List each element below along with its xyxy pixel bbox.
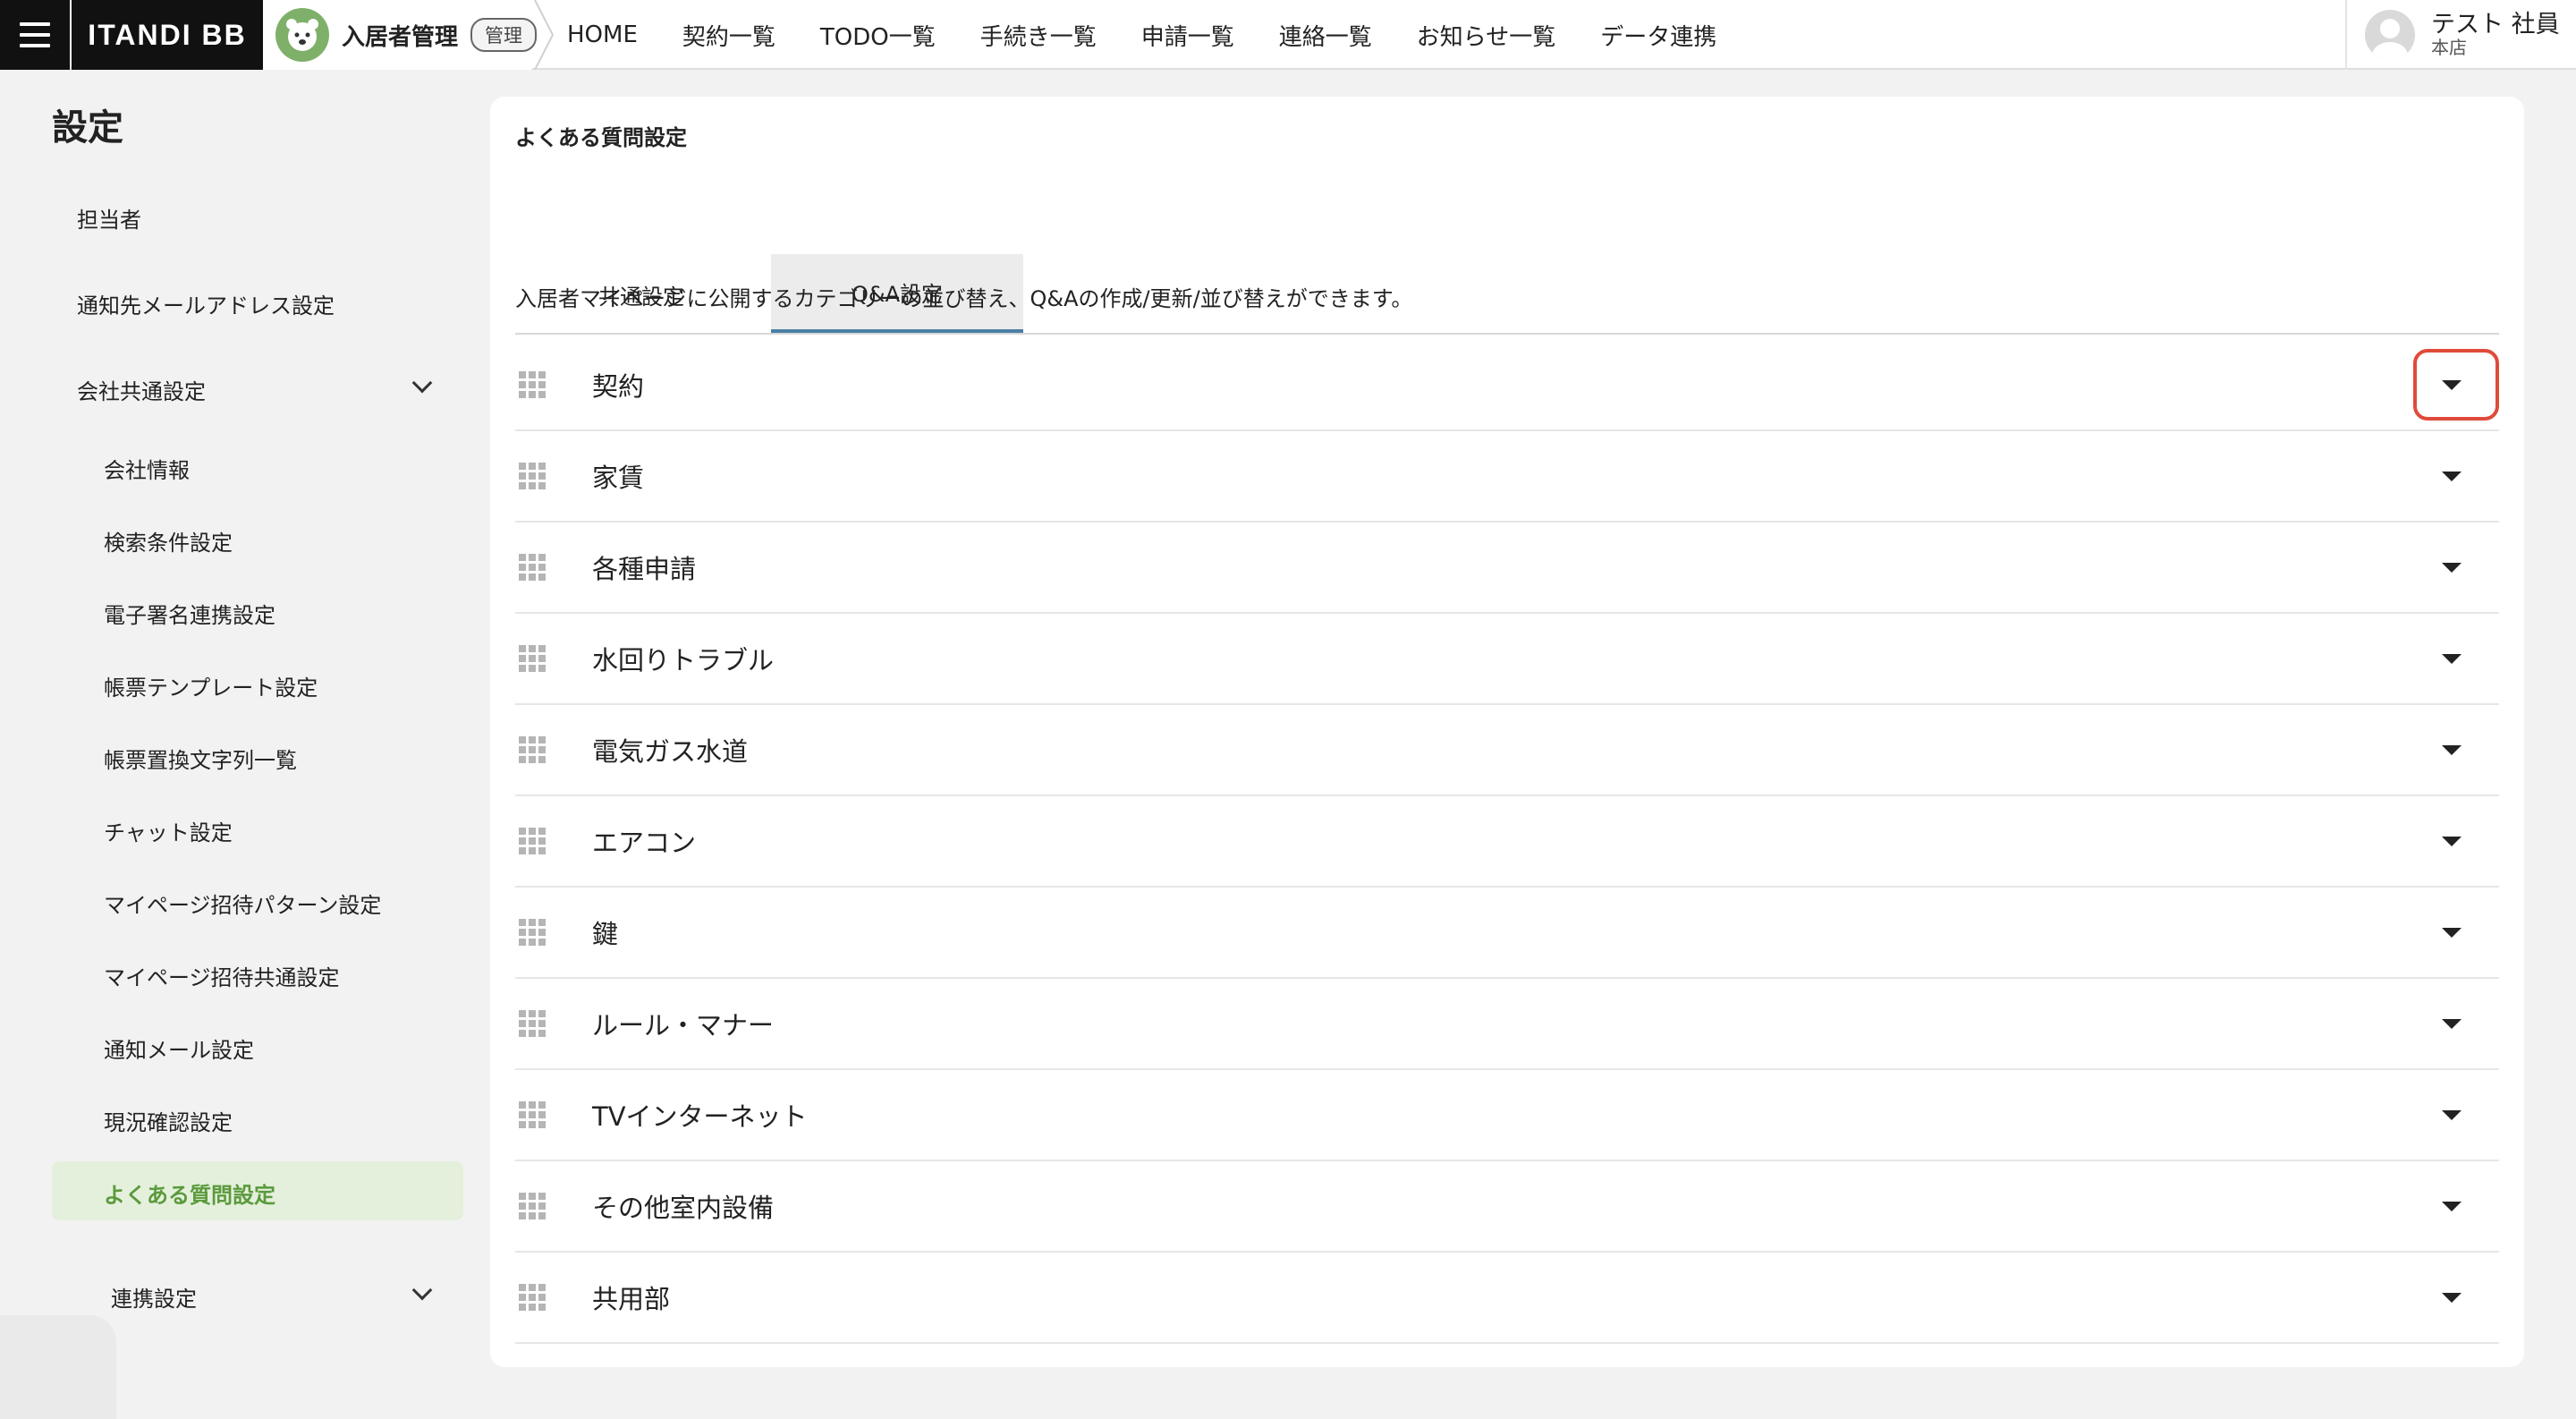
category-name: 水回りトラブル	[592, 645, 775, 676]
category-row[interactable]: その他室内設備	[515, 1161, 2499, 1253]
nav-applications[interactable]: 申請一覧	[1141, 19, 1234, 52]
sidebar-item-notify-mail[interactable]: 通知メール設定	[104, 1032, 254, 1064]
caret-down-icon[interactable]	[2442, 745, 2462, 755]
sidebar-item-integration[interactable]: 連携設定	[111, 1281, 197, 1313]
category-row[interactable]: TVインターネット	[515, 1070, 2499, 1161]
category-row[interactable]: 契約	[515, 340, 2499, 431]
breadcrumb-arrow-icon	[534, 0, 555, 70]
nav-home[interactable]: HOME	[567, 21, 638, 48]
category-row[interactable]: 水回りトラブル	[515, 614, 2499, 705]
drag-handle-icon[interactable]	[519, 1010, 546, 1037]
sidebar-item-mypage-invite-pattern[interactable]: マイページ招待パターン設定	[104, 888, 381, 919]
sidebar-item-tantousha[interactable]: 担当者	[77, 202, 141, 234]
category-row[interactable]: ルール・マナー	[515, 979, 2499, 1070]
category-row[interactable]: 電気ガス水道	[515, 705, 2499, 796]
chevron-down-icon[interactable]	[411, 372, 433, 394]
tab-bar: 共通設定 Q&A設定	[515, 175, 2499, 353]
category-name: 電気ガス水道	[592, 736, 749, 767]
menu-icon[interactable]	[0, 0, 70, 70]
drag-handle-icon[interactable]	[519, 371, 546, 398]
caret-down-icon[interactable]	[2442, 1293, 2462, 1303]
sidebar-item-search-conditions[interactable]: 検索条件設定	[104, 525, 233, 557]
mascot-icon	[275, 8, 329, 62]
drag-handle-icon[interactable]	[519, 1193, 546, 1219]
floating-widget[interactable]	[0, 1315, 116, 1419]
category-name: 家賃	[592, 463, 645, 493]
chevron-down-icon[interactable]	[411, 1279, 433, 1301]
sidebar-item-company-info[interactable]: 会社情報	[104, 453, 190, 484]
admin-badge: 管理	[470, 18, 538, 52]
faq-settings-card: よくある質問設定 共通設定 Q&A設定 入居者マイページに公開するカテゴリーの並…	[490, 97, 2524, 1367]
category-name: その他室内設備	[592, 1193, 775, 1223]
category-row[interactable]: エアコン	[515, 796, 2499, 888]
main-nav: HOME 契約一覧 TODO一覧 手続き一覧 申請一覧 連絡一覧 お知らせ一覧 …	[567, 0, 1761, 70]
settings-sidebar: 設定 担当者 通知先メールアドレス設定 会社共通設定 会社情報 検索条件設定 電…	[0, 72, 483, 1419]
drag-handle-icon[interactable]	[519, 645, 546, 672]
caret-down-icon[interactable]	[2442, 1202, 2462, 1211]
user-branch: 本店	[2431, 36, 2467, 58]
caret-down-icon[interactable]	[2442, 472, 2462, 481]
nav-contacts[interactable]: 連絡一覧	[1279, 19, 1372, 52]
sidebar-item-notify-email[interactable]: 通知先メールアドレス設定	[77, 288, 335, 319]
nav-todo[interactable]: TODO一覧	[820, 19, 936, 52]
caret-down-icon[interactable]	[2442, 380, 2462, 390]
category-name: 契約	[592, 371, 645, 402]
caret-down-icon[interactable]	[2442, 1019, 2462, 1029]
tab-divider	[515, 333, 2499, 335]
category-name: エアコン	[592, 828, 697, 858]
category-name: ルール・マナー	[592, 1010, 775, 1041]
avatar-icon	[2365, 10, 2415, 60]
sidebar-item-company-common[interactable]: 会社共通設定	[77, 374, 206, 405]
drag-handle-icon[interactable]	[519, 828, 546, 854]
drag-handle-icon[interactable]	[519, 463, 546, 489]
category-name: 共用部	[592, 1284, 671, 1314]
drag-handle-icon[interactable]	[519, 554, 546, 581]
caret-down-icon[interactable]	[2442, 928, 2462, 938]
sidebar-item-faq[interactable]: よくある質問設定	[104, 1177, 275, 1209]
page-title: 設定	[52, 107, 123, 149]
description-text: 入居者マイページに公開するカテゴリーの並び替え、Q&Aの作成/更新/並び替えがで…	[515, 286, 1413, 311]
sidebar-item-form-replace[interactable]: 帳票置換文字列一覧	[104, 743, 297, 774]
card-title: よくある質問設定	[515, 125, 687, 150]
nav-data-integration[interactable]: データ連携	[1600, 19, 1716, 52]
nav-contracts[interactable]: 契約一覧	[682, 19, 775, 52]
category-row[interactable]: 鍵	[515, 888, 2499, 979]
caret-down-icon[interactable]	[2442, 654, 2462, 664]
nav-notices[interactable]: お知らせ一覧	[1417, 19, 1555, 52]
category-name: 各種申請	[592, 554, 697, 584]
brand-logo[interactable]: ITANDI BB	[72, 0, 263, 70]
sidebar-item-esign[interactable]: 電子署名連携設定	[104, 598, 275, 629]
category-name: 鍵	[592, 919, 619, 949]
product-switcher[interactable]: 入居者管理 管理	[263, 0, 551, 70]
sidebar-item-form-template[interactable]: 帳票テンプレート設定	[104, 670, 318, 701]
category-name: TVインターネット	[592, 1101, 808, 1132]
nav-procedures[interactable]: 手続き一覧	[980, 19, 1097, 52]
sidebar-item-mypage-invite-common[interactable]: マイページ招待共通設定	[104, 960, 340, 991]
drag-handle-icon[interactable]	[519, 1284, 546, 1311]
drag-handle-icon[interactable]	[519, 736, 546, 763]
sidebar-item-chat[interactable]: チャット設定	[104, 815, 233, 846]
drag-handle-icon[interactable]	[519, 1101, 546, 1128]
user-menu[interactable]: テスト 社員 本店	[2345, 0, 2576, 70]
caret-down-icon[interactable]	[2442, 563, 2462, 573]
category-list: 契約 家賃 各種申請 水回りトラブル 電気ガス水道 エアコン 鍵 ルール・マナー…	[515, 340, 2499, 1344]
category-row[interactable]: 各種申請	[515, 523, 2499, 614]
caret-down-icon[interactable]	[2442, 1110, 2462, 1120]
category-row[interactable]: 共用部	[515, 1253, 2499, 1344]
category-row[interactable]: 家賃	[515, 431, 2499, 523]
top-bar: ITANDI BB 入居者管理 管理 HOME 契約一覧 TODO一覧 手続き一…	[0, 0, 2576, 70]
user-name: テスト 社員	[2431, 11, 2560, 39]
product-name: 入居者管理	[342, 23, 459, 51]
sidebar-item-status-check[interactable]: 現況確認設定	[104, 1105, 233, 1136]
caret-down-icon[interactable]	[2442, 837, 2462, 846]
drag-handle-icon[interactable]	[519, 919, 546, 946]
